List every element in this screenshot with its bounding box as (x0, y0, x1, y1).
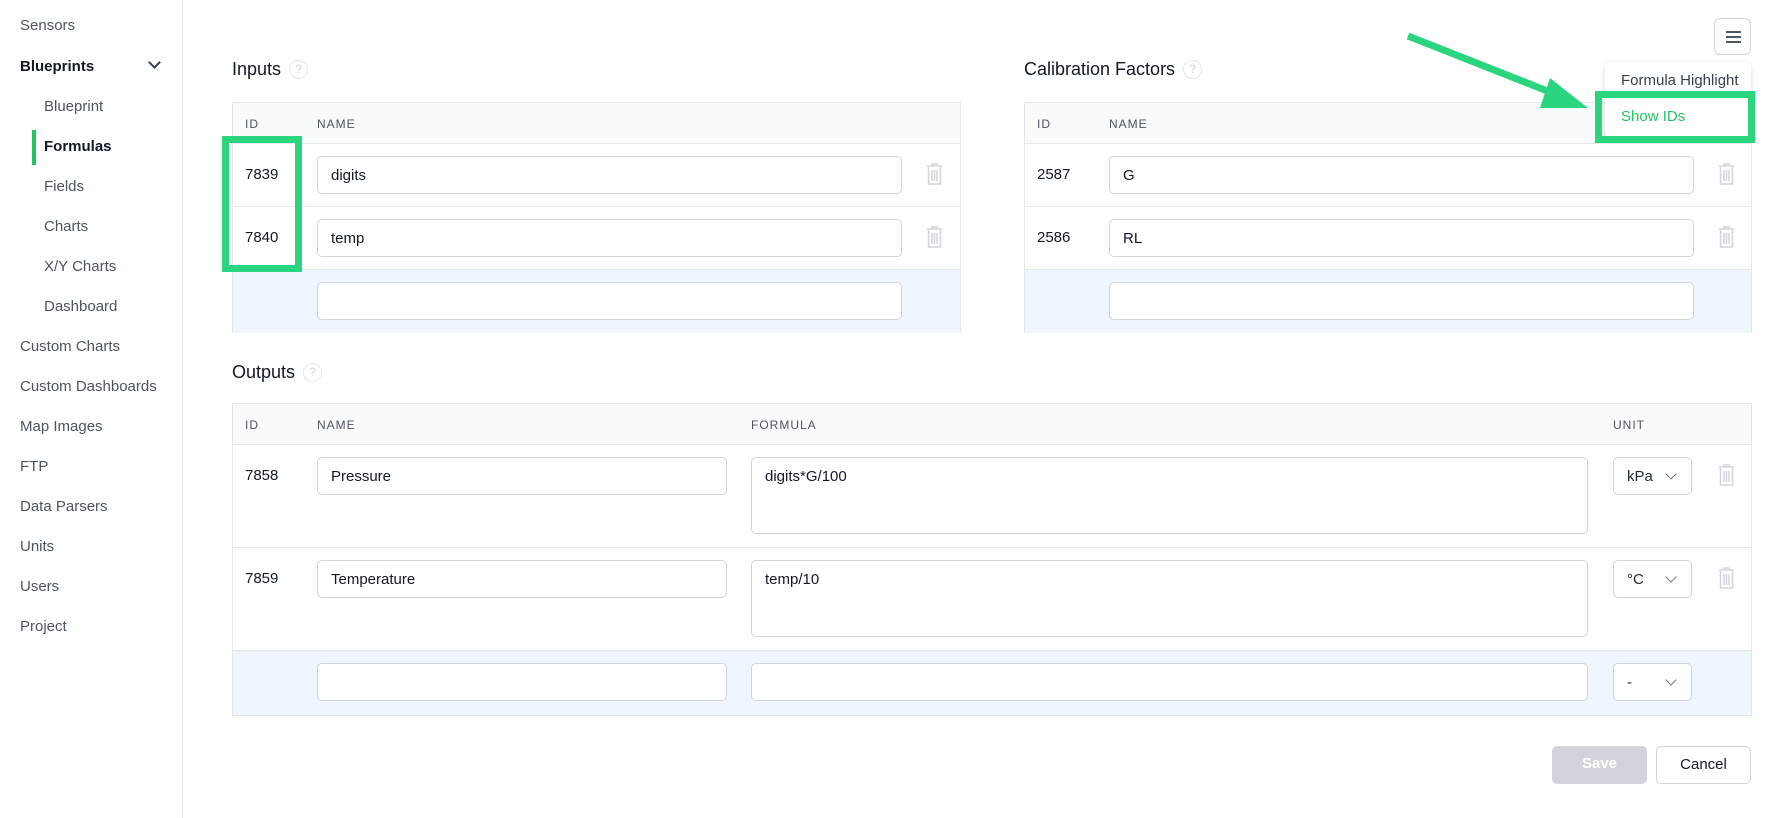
arrow-annotation (1406, 32, 1588, 108)
